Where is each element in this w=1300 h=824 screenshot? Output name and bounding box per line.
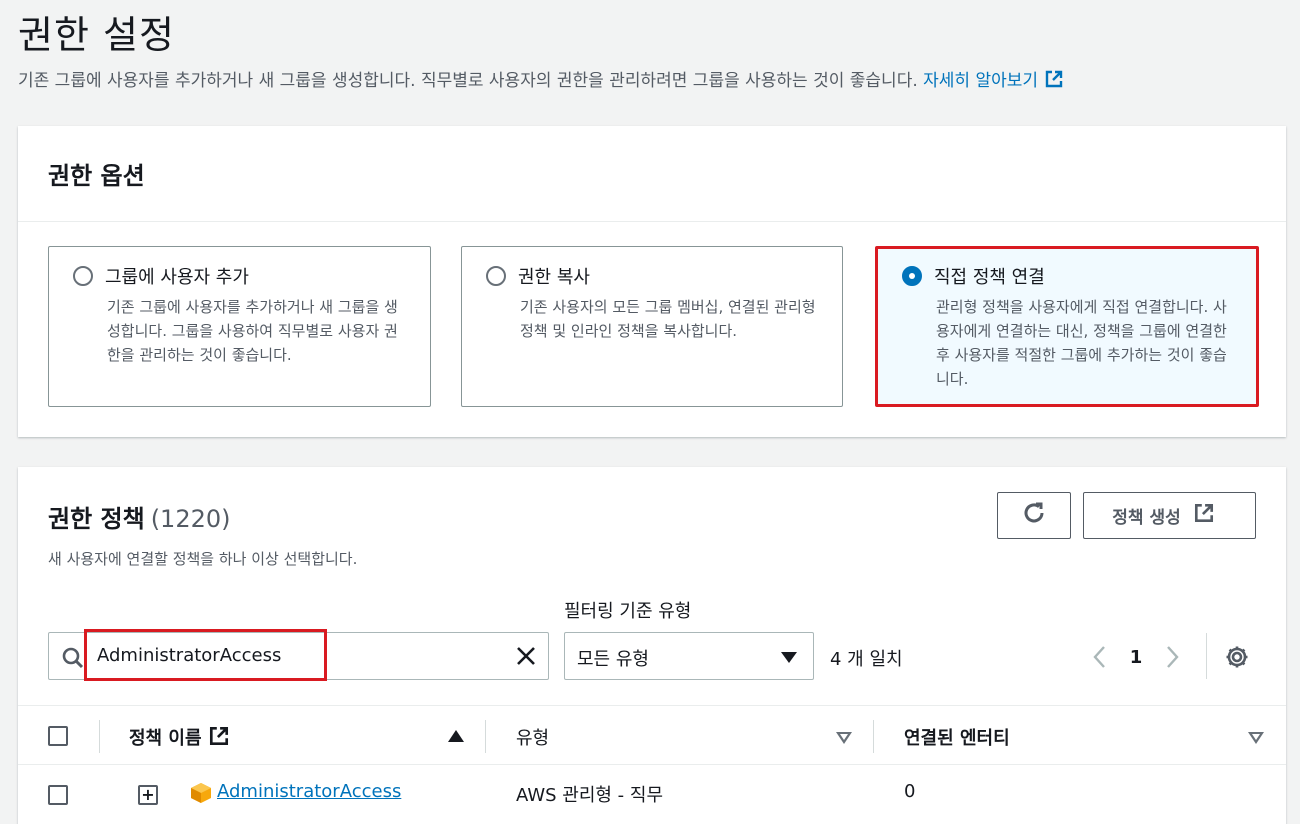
- learn-more-link[interactable]: 자세히 알아보기: [923, 69, 1064, 94]
- radio-add-to-group[interactable]: [73, 266, 93, 286]
- refresh-button[interactable]: [997, 492, 1071, 539]
- match-count: 4 개 일치: [830, 649, 903, 670]
- pagination: 1: [1082, 639, 1190, 675]
- option-title: 그룹에 사용자 추가: [105, 267, 249, 288]
- radio-copy-permissions[interactable]: [486, 266, 506, 286]
- permission-policies-panel: 권한 정책 (1220) 새 사용자에 연결할 정책을 하나 이상 선택합니다. …: [18, 467, 1286, 824]
- page-description-text: 기존 그룹에 사용자를 추가하거나 새 그룹을 생성합니다. 직무별로 사용자의…: [18, 71, 918, 91]
- search-highlight-box: [84, 629, 327, 681]
- table-header: 정책 이름 유형 연결된 엔터티: [18, 705, 1286, 765]
- sort-ascending-icon[interactable]: [448, 730, 464, 742]
- pager-divider: [1206, 633, 1207, 679]
- expand-row-icon[interactable]: +: [138, 785, 158, 805]
- radio-attach-policies-directly[interactable]: [902, 266, 922, 286]
- option-description: 기존 사용자의 모든 그룹 멤버십, 연결된 관리형 정책 및 인라인 정책을 …: [520, 298, 816, 340]
- refresh-icon: [1021, 500, 1047, 531]
- page-description: 기존 그룹에 사용자를 추가하거나 새 그룹을 생성합니다. 직무별로 사용자의…: [18, 66, 1064, 94]
- filter-type-value: 모든 유형: [577, 649, 649, 670]
- page-title: 권한 설정: [18, 13, 175, 57]
- permission-options-header: 권한 옵션: [18, 126, 1286, 222]
- option-title: 직접 정책 연결: [934, 267, 1045, 288]
- row-checkbox[interactable]: [48, 785, 68, 805]
- external-link-icon: [1044, 69, 1064, 94]
- option-copy-permissions[interactable]: 권한 복사 기존 사용자의 모든 그룹 멤버십, 연결된 관리형 정책 및 인라…: [461, 246, 843, 407]
- policies-count: (1220): [150, 505, 231, 533]
- current-page[interactable]: 1: [1118, 647, 1154, 668]
- permission-options-title: 권한 옵션: [48, 162, 145, 190]
- option-description: 관리형 정책을 사용자에게 직접 연결합니다. 사용자에게 연결하는 대신, 정…: [936, 298, 1227, 388]
- sort-icon[interactable]: [836, 732, 852, 744]
- create-policy-label: 정책 생성: [1112, 508, 1181, 528]
- next-page-icon[interactable]: [1154, 639, 1190, 675]
- policies-title: 권한 정책 (1220): [48, 505, 231, 533]
- column-header-attached-entities[interactable]: 연결된 엔터티: [904, 724, 1010, 750]
- table-row[interactable]: + AdministratorAccess AWS 관리형 - 직무 0: [18, 765, 1286, 824]
- attached-entities-count: 0: [904, 781, 916, 802]
- column-header-type[interactable]: 유형: [516, 724, 549, 750]
- caret-down-icon: [781, 652, 797, 663]
- column-divider: [99, 720, 100, 753]
- policy-type: AWS 관리형 - 직무: [516, 785, 664, 806]
- column-divider: [873, 720, 874, 753]
- external-link-icon: [208, 725, 230, 752]
- permission-options-panel: 권한 옵션 그룹에 사용자 추가 기존 그룹에 사용자를 추가하거나 새 그룹을…: [18, 126, 1286, 437]
- sort-icon[interactable]: [1248, 732, 1264, 744]
- option-title: 권한 복사: [518, 267, 590, 288]
- external-link-icon: [1193, 502, 1215, 529]
- policies-subtitle: 새 사용자에 연결할 정책을 하나 이상 선택합니다.: [48, 550, 358, 568]
- policy-name-link[interactable]: AdministratorAccess: [217, 781, 401, 802]
- filter-type-select[interactable]: 모든 유형: [564, 632, 814, 680]
- column-divider: [485, 720, 486, 753]
- create-policy-button[interactable]: 정책 생성: [1083, 492, 1256, 539]
- option-description: 기존 그룹에 사용자를 추가하거나 새 그룹을 생성합니다. 그룹을 사용하여 …: [107, 298, 398, 364]
- aws-managed-policy-icon: [188, 781, 214, 809]
- search-icon: [61, 646, 85, 674]
- clear-search-icon[interactable]: [514, 644, 538, 672]
- option-add-to-group[interactable]: 그룹에 사용자 추가 기존 그룹에 사용자를 추가하거나 새 그룹을 생성합니다…: [48, 246, 431, 407]
- option-attach-policies-directly[interactable]: 직접 정책 연결 관리형 정책을 사용자에게 직접 연결합니다. 사용자에게 연…: [875, 246, 1259, 407]
- filter-type-label: 필터링 기준 유형: [564, 601, 692, 622]
- column-header-policy-name[interactable]: 정책 이름: [129, 724, 230, 752]
- select-all-checkbox[interactable]: [48, 726, 68, 746]
- settings-gear-icon[interactable]: [1224, 644, 1250, 674]
- previous-page-icon[interactable]: [1082, 639, 1118, 675]
